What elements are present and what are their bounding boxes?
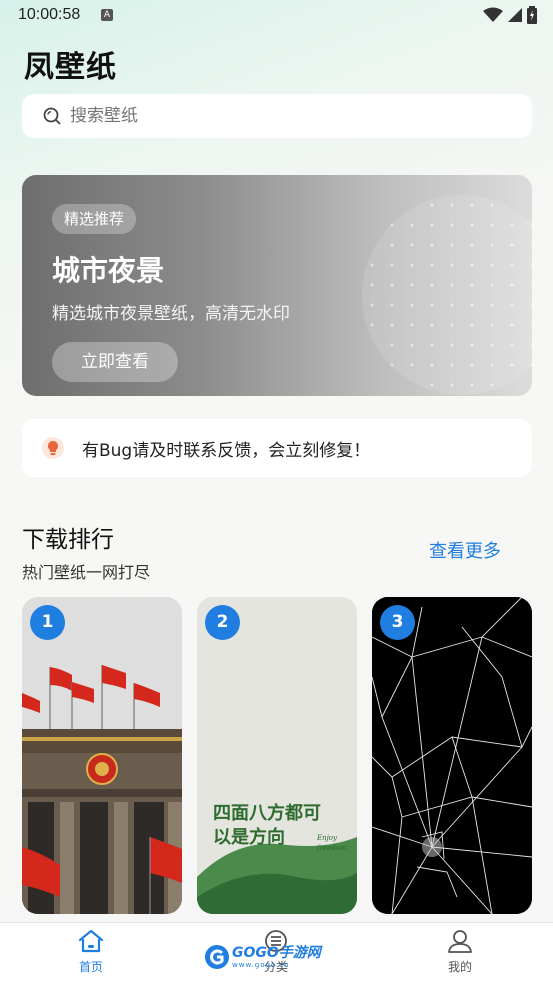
rank-badge: 3	[380, 605, 415, 640]
search-bar[interactable]	[22, 94, 532, 138]
wallpaper-card[interactable]: 3	[372, 597, 532, 914]
app-title: 凤壁纸	[24, 50, 117, 85]
status-bar: 10:00:58 A	[0, 0, 553, 32]
status-icons	[483, 6, 537, 24]
banner-subtitle: 精选城市夜景壁纸，高清无水印	[52, 304, 290, 324]
signal-icon	[508, 8, 522, 22]
wifi-icon	[483, 7, 503, 22]
user-icon	[448, 930, 472, 953]
wallpaper-image	[372, 597, 532, 914]
watermark-brand: GOGO手游网	[232, 944, 321, 961]
wallpaper-small-caption: Enjoy freedom	[317, 834, 347, 852]
nav-me-label: 我的	[447, 960, 472, 974]
wallpaper-card[interactable]: 1	[22, 597, 182, 914]
nav-home-label: 首页	[78, 960, 103, 974]
nav-me[interactable]: 我的	[430, 929, 490, 975]
gogo-watermark: GOGO手游网 www.gogo.cn	[204, 944, 321, 970]
status-time: 10:00:58	[18, 6, 81, 23]
nav-home[interactable]: 首页	[61, 929, 121, 975]
watermark-url: www.gogo.cn	[232, 960, 290, 969]
wallpaper-caption: 四面八方都可以是方向	[213, 803, 321, 848]
notice-text: 有Bug请及时联系反馈，会立刻修复！	[82, 440, 371, 461]
home-icon	[78, 929, 104, 953]
gogo-logo-icon	[205, 945, 229, 969]
banner-title: 城市夜景	[52, 254, 165, 287]
lightbulb-icon	[42, 437, 64, 459]
rank-badge: 1	[30, 605, 65, 640]
rank-badge: 2	[205, 605, 240, 640]
wallpaper-card[interactable]: 2 四面八方都可以是方向 Enjoy freedom	[197, 597, 357, 914]
battery-icon	[527, 6, 537, 24]
search-input[interactable]	[70, 106, 470, 126]
section-title: 下载排行	[22, 527, 114, 553]
banner-decoration	[362, 195, 532, 395]
banner-badge: 精选推荐	[52, 204, 137, 234]
wallpaper-image	[197, 597, 357, 914]
view-more-link[interactable]: 查看更多	[429, 537, 501, 563]
section-subtitle: 热门壁纸一网打尽	[22, 563, 151, 582]
notification-a-icon: A	[101, 9, 113, 21]
wallpaper-image	[22, 597, 182, 914]
view-now-button[interactable]: 立即查看	[52, 342, 178, 382]
search-icon	[43, 107, 61, 125]
featured-banner[interactable]: 精选推荐 城市夜景 精选城市夜景壁纸，高清无水印 立即查看	[22, 175, 532, 396]
bug-notice: 有Bug请及时联系反馈，会立刻修复！	[22, 419, 532, 477]
